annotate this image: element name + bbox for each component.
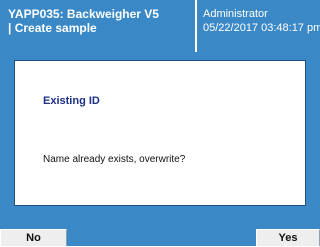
header-divider: [195, 0, 197, 52]
title-bar: YAPP035: Backweigher V5 | Create sample …: [0, 0, 320, 52]
session-info: Administrator 05/22/2017 03:48:17 pm: [203, 7, 320, 35]
no-button[interactable]: No: [0, 229, 67, 246]
screen-title: | Create sample: [8, 21, 97, 35]
user-name: Administrator: [203, 8, 268, 20]
confirm-dialog: Existing ID Name already exists, overwri…: [14, 60, 306, 206]
date-time: 05/22/2017 03:48:17 pm: [203, 22, 320, 34]
dialog-message: Name already exists, overwrite?: [43, 154, 186, 165]
yes-button[interactable]: Yes: [256, 229, 320, 246]
app-title: YAPP035: Backweigher V5: [8, 7, 159, 21]
title-block: YAPP035: Backweigher V5 | Create sample: [8, 7, 159, 35]
dialog-title: Existing ID: [43, 95, 100, 107]
